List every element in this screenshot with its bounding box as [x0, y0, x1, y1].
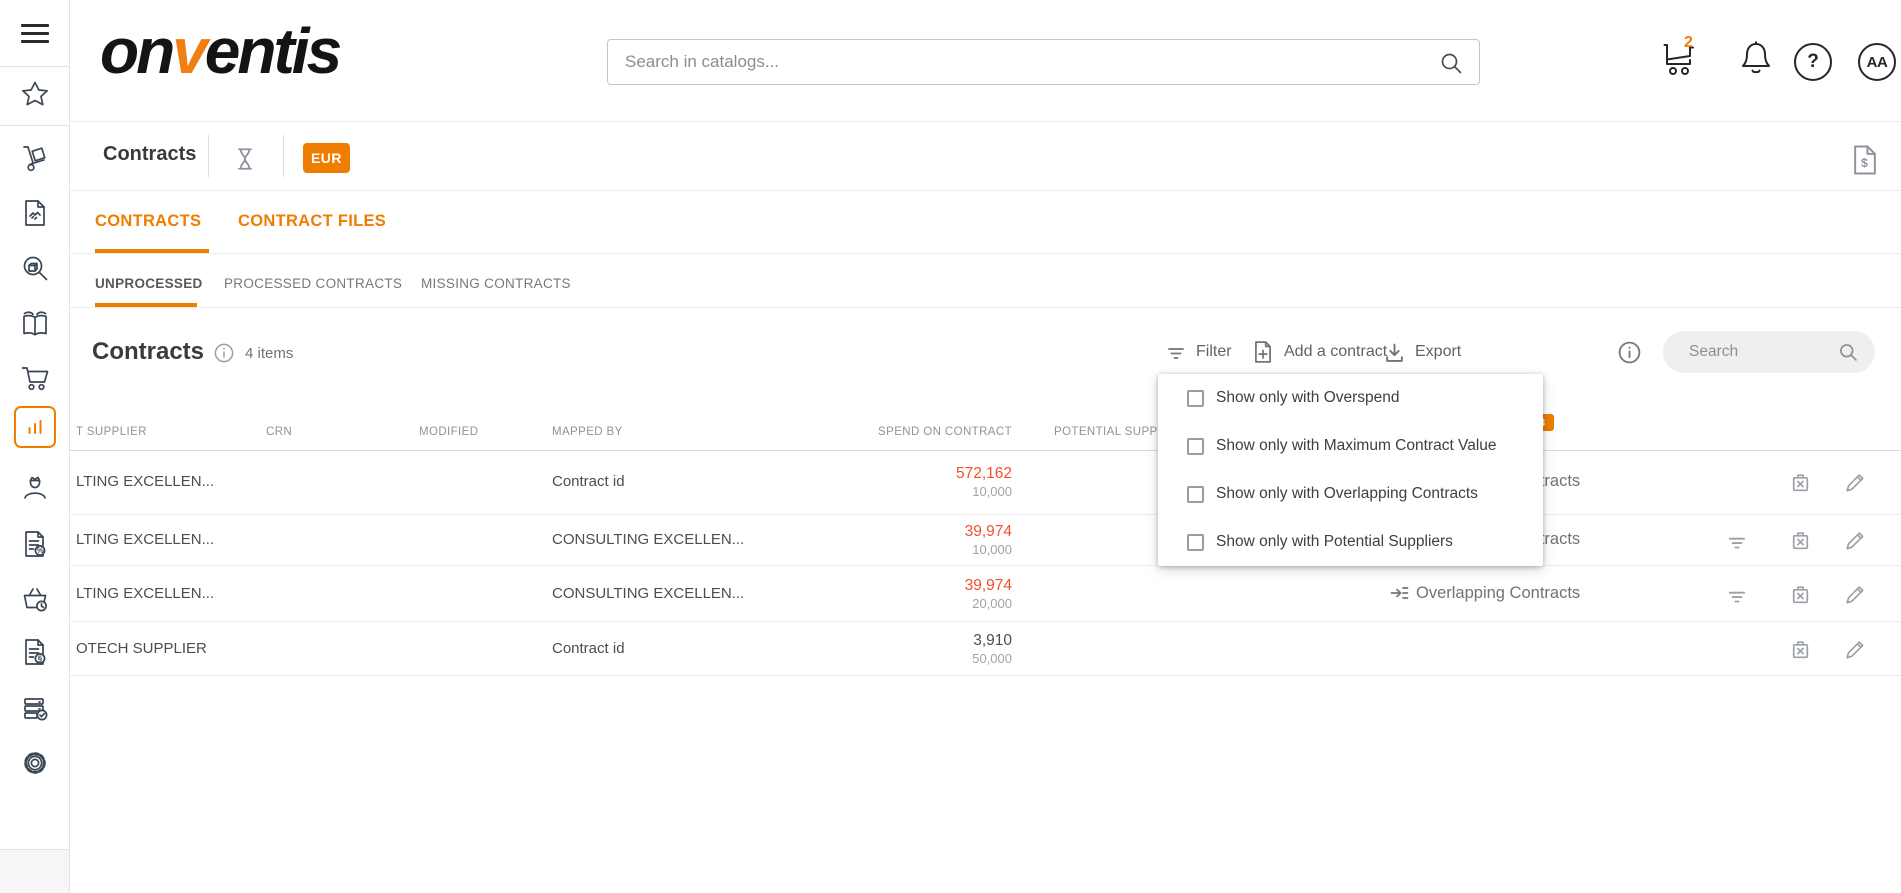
currency-badge[interactable]: EUR: [303, 143, 350, 173]
spend-cell: 3,910 50,000: [800, 631, 1012, 667]
col-mapped-by[interactable]: MAPPED BY: [552, 426, 623, 438]
notifications-bell-icon[interactable]: [1736, 40, 1776, 84]
tab-contract-files[interactable]: CONTRACT FILES: [238, 212, 386, 231]
filter-icon[interactable]: [1166, 343, 1186, 363]
mapped-by-cell: Contract id: [552, 473, 625, 490]
hand-truck-icon[interactable]: [20, 143, 50, 173]
cart-count-badge: 2: [1684, 34, 1693, 52]
order-basket-clock-icon[interactable]: [20, 584, 50, 614]
col-spend[interactable]: SPEND ON CONTRACT: [800, 426, 1012, 438]
filter-dropdown-menu: Show only with Overspend Show only with …: [1158, 374, 1543, 566]
filter-option-max-contract-value[interactable]: Show only with Maximum Contract Value: [1158, 422, 1543, 470]
filter-option-overlapping-contracts[interactable]: Show only with Overlapping Contracts: [1158, 470, 1543, 518]
spend-cell: 39,974 10,000: [800, 522, 1012, 558]
sidebar: % §: [0, 0, 70, 893]
filter-option-potential-suppliers[interactable]: Show only with Potential Suppliers: [1158, 518, 1543, 566]
items-count: 4 items: [245, 345, 293, 362]
sidebar-footer: [0, 850, 69, 893]
analytics-bar-chart-icon[interactable]: [20, 412, 50, 442]
col-potential-suppliers[interactable]: POTENTIAL SUPPL: [1054, 426, 1164, 438]
info-icon[interactable]: [214, 343, 234, 363]
row-filter-icon[interactable]: [1726, 585, 1748, 607]
export-icon[interactable]: [1384, 342, 1405, 363]
edit-pencil-icon[interactable]: [1843, 529, 1866, 552]
onventis-app: % § onventis 2 ? AA Contracts: [0, 0, 1901, 893]
invoice-percent-icon[interactable]: %: [20, 529, 50, 559]
catalog-book-icon[interactable]: [20, 308, 50, 338]
svg-text:$: $: [1861, 156, 1868, 170]
row-filter-icon[interactable]: [1726, 531, 1748, 553]
contract-paragraph-icon[interactable]: §: [20, 637, 50, 667]
delete-icon[interactable]: [1789, 471, 1812, 494]
favorites-star-icon[interactable]: [20, 80, 50, 110]
checkbox[interactable]: [1187, 390, 1204, 407]
tab-contracts[interactable]: CONTRACTS: [95, 212, 201, 231]
checkbox[interactable]: [1187, 534, 1204, 551]
spend-cell: 39,974 20,000: [800, 576, 1012, 612]
mapped-by-cell: CONSULTING EXCELLEN...: [552, 531, 744, 548]
product-search-icon[interactable]: [20, 254, 50, 284]
list-info-icon[interactable]: [1618, 341, 1641, 364]
data-check-icon[interactable]: [20, 693, 50, 723]
avatar[interactable]: AA: [1858, 43, 1896, 81]
contract-handshake-icon[interactable]: [20, 198, 50, 228]
supplier-cell: OTECH SUPPLIER: [76, 640, 207, 657]
overlapping-contracts-link[interactable]: Overlapping Contracts: [1389, 583, 1580, 603]
list-title: Contracts: [92, 338, 204, 366]
catalog-search-input[interactable]: [608, 40, 1479, 84]
hourglass-icon[interactable]: [232, 146, 258, 172]
table-search-box: [1663, 331, 1875, 373]
cart-icon[interactable]: [1662, 42, 1704, 82]
checkbox[interactable]: [1187, 486, 1204, 503]
shopping-cart-icon[interactable]: [20, 363, 50, 393]
col-crn[interactable]: CRN: [266, 426, 292, 438]
delete-icon[interactable]: [1789, 529, 1812, 552]
help-icon[interactable]: ?: [1794, 43, 1832, 81]
page-title: Contracts: [103, 143, 196, 166]
menu-icon[interactable]: [0, 0, 70, 67]
subtab-processed-contracts[interactable]: PROCESSED CONTRACTS: [224, 276, 402, 291]
filter-button[interactable]: Filter: [1196, 343, 1232, 361]
filter-option-overspend[interactable]: Show only with Overspend: [1158, 374, 1543, 422]
edit-pencil-icon[interactable]: [1843, 471, 1866, 494]
supplier-person-icon[interactable]: [20, 472, 50, 502]
add-contract-button[interactable]: Add a contract: [1284, 343, 1387, 361]
export-button[interactable]: Export: [1415, 343, 1461, 361]
mapped-by-cell: CONSULTING EXCELLEN...: [552, 585, 744, 602]
supplier-cell: LTING EXCELLEN...: [76, 473, 214, 490]
checkbox[interactable]: [1187, 438, 1204, 455]
search-icon[interactable]: [1439, 51, 1463, 75]
merge-icon: [1389, 583, 1409, 603]
edit-pencil-icon[interactable]: [1843, 638, 1866, 661]
mapped-by-cell: Contract id: [552, 640, 625, 657]
table-search-icon[interactable]: [1838, 342, 1858, 362]
subtab-missing-contracts[interactable]: MISSING CONTRACTS: [421, 276, 571, 291]
col-supplier[interactable]: T SUPPLIER: [76, 426, 147, 438]
contract-document-icon[interactable]: $: [1850, 144, 1880, 176]
onventis-logo: onventis: [100, 14, 339, 88]
delete-icon[interactable]: [1789, 638, 1812, 661]
catalog-search-box: [607, 39, 1480, 85]
svg-text:§: §: [37, 654, 42, 663]
spend-cell: 572,162 10,000: [800, 464, 1012, 500]
supplier-cell: LTING EXCELLEN...: [76, 585, 214, 602]
subtab-unprocessed[interactable]: UNPROCESSED: [95, 276, 203, 291]
svg-text:%: %: [36, 546, 43, 555]
supplier-cell: LTING EXCELLEN...: [76, 531, 214, 548]
edit-pencil-icon[interactable]: [1843, 583, 1866, 606]
delete-icon[interactable]: [1789, 583, 1812, 606]
add-contract-icon[interactable]: [1252, 340, 1274, 364]
col-modified[interactable]: MODIFIED: [419, 426, 478, 438]
settings-gear-icon[interactable]: [20, 748, 50, 778]
